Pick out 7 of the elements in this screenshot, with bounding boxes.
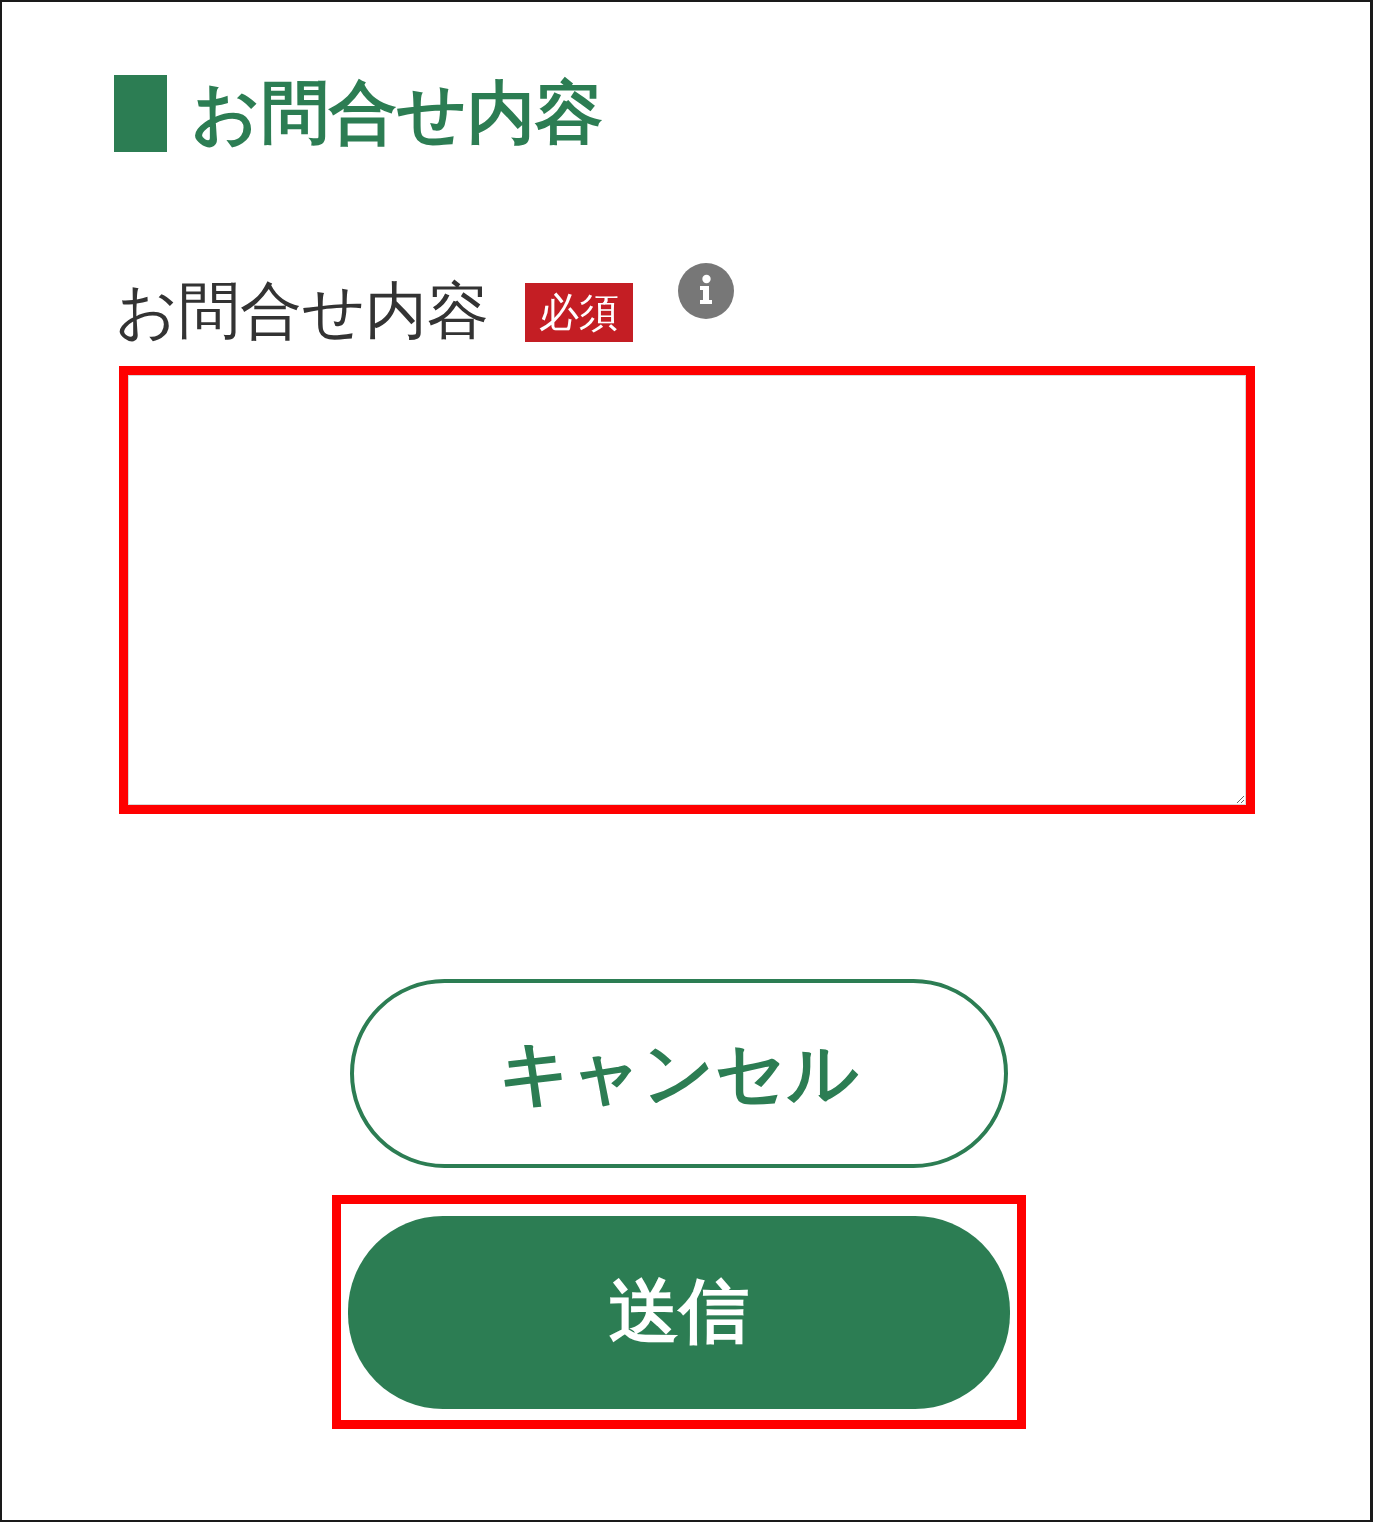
required-badge: 必須 <box>525 283 633 342</box>
heading-bar-icon <box>114 74 167 152</box>
section-title: お問合せ内容 <box>191 79 603 147</box>
cancel-button[interactable]: キャンセル <box>350 979 1008 1168</box>
submit-button[interactable]: 送信 <box>348 1215 1010 1409</box>
info-icon[interactable] <box>678 263 734 319</box>
field-label: お問合せ内容 <box>115 277 489 345</box>
